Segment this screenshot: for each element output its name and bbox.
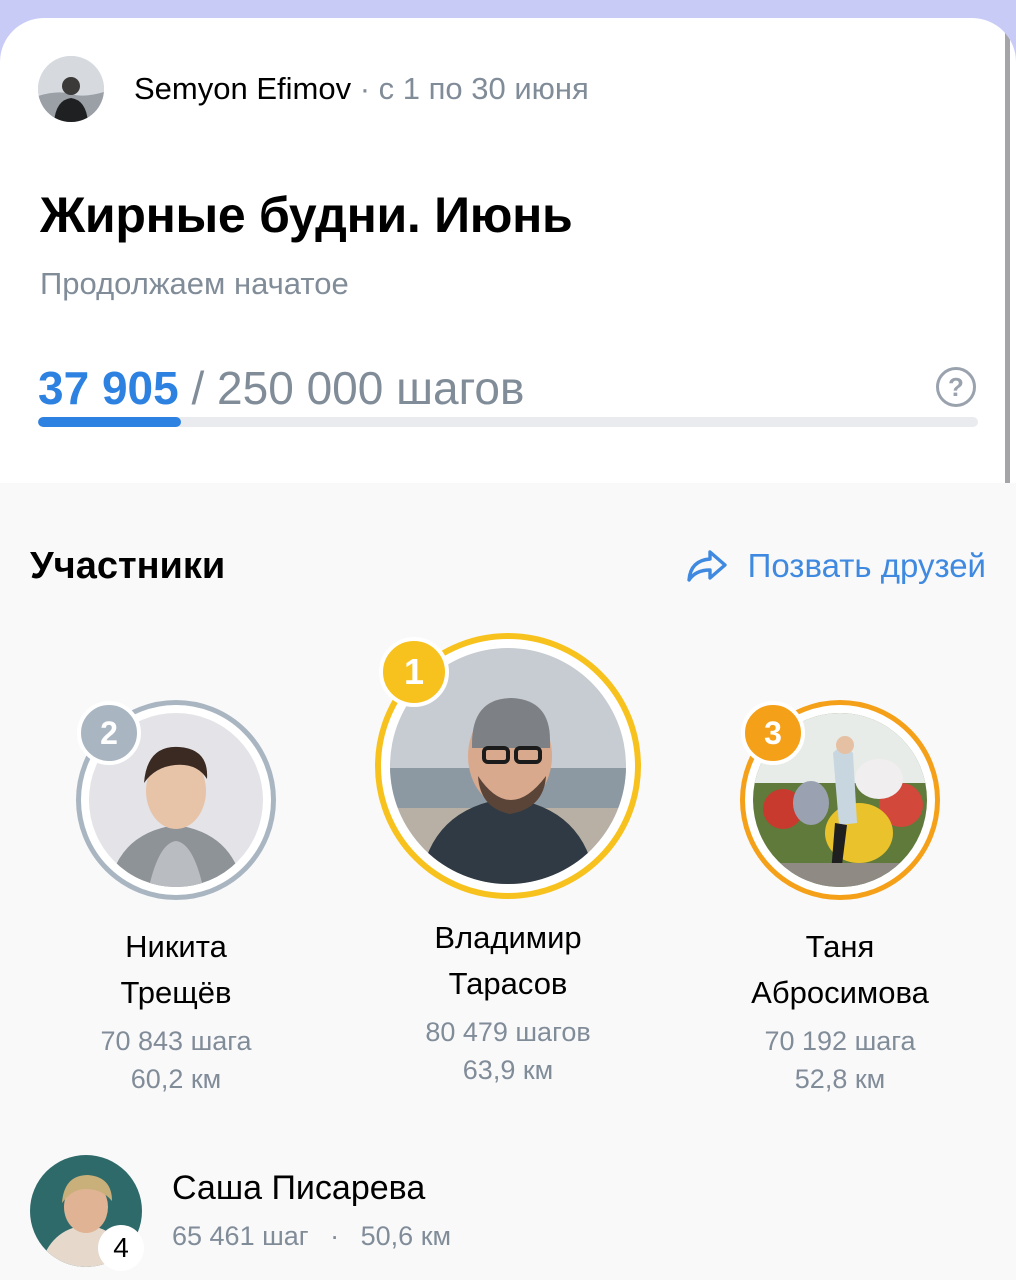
participant-name: Саша Писарева	[172, 1169, 426, 1207]
avatar-ring-bronze: 3	[740, 700, 940, 900]
participant-surname: Тарасов	[448, 966, 568, 1001]
podium-second[interactable]: 2 Никита Трещёв 70 843 шага 60,2 км	[26, 690, 326, 1098]
participants-section: Участники Позвать друзей 2 Никита Трещёв…	[0, 483, 1016, 1280]
author-avatar[interactable]	[38, 56, 104, 122]
help-icon[interactable]: ?	[936, 367, 976, 407]
progress-fill	[38, 417, 181, 427]
challenge-dates: с 1 по 30 июня	[378, 71, 589, 106]
participant-stats: 65 461 шаг · 50,6 км	[172, 1221, 451, 1252]
invite-friends-button[interactable]: Позвать друзей	[686, 547, 986, 585]
avatar-ring-gold: 1	[375, 633, 641, 899]
participant-distance: 60,2 км	[130, 1064, 222, 1094]
scrollbar[interactable]	[1005, 18, 1010, 563]
participant-surname: Трещёв	[120, 975, 232, 1010]
participant-distance: 63,9 км	[462, 1055, 554, 1085]
participant-distance: 52,8 км	[794, 1064, 886, 1094]
rank-badge: 3	[741, 701, 805, 765]
participant-steps: 80 479 шагов	[425, 1017, 591, 1047]
goal-steps: 250 000 шагов	[217, 362, 525, 414]
author-row[interactable]: Semyon Efimov · с 1 по 30 июня	[38, 56, 589, 122]
list-item[interactable]: 4 Саша Писарева 65 461 шаг · 50,6 км	[30, 1155, 930, 1271]
participant-name: Таня	[805, 929, 875, 964]
challenge-title: Жирные будни. Июнь	[40, 187, 573, 243]
podium-third[interactable]: 3 Таня Абросимова 70 192 шага 52,8 км	[690, 690, 990, 1098]
rank-badge: 2	[77, 701, 141, 765]
rank-badge: 4	[98, 1225, 144, 1271]
stats-separator: ·	[330, 1221, 340, 1251]
progress-separator: /	[191, 362, 205, 414]
participant-distance: 50,6 км	[360, 1221, 452, 1251]
current-steps: 37 905	[38, 362, 179, 414]
participant-steps: 65 461 шаг	[172, 1221, 309, 1251]
challenge-subtitle: Продолжаем начатое	[40, 266, 349, 301]
separator-dot: ·	[359, 71, 371, 106]
participant-name: Владимир	[434, 920, 582, 955]
participant-name: Никита	[125, 929, 227, 964]
podium-first[interactable]: 1 Владимир Тарасов 80 479 шагов 63,9 км	[358, 633, 658, 1089]
author-line: Semyon Efimov · с 1 по 30 июня	[134, 71, 589, 107]
participant-surname: Абросимова	[751, 975, 929, 1010]
rank-badge: 1	[379, 637, 449, 707]
avatar-ring-silver: 2	[76, 700, 276, 900]
share-arrow-icon	[686, 550, 727, 582]
progress-summary: 37 905 / 250 000 шагов ?	[38, 358, 976, 418]
participants-heading: Участники	[30, 545, 226, 587]
progress-bar	[38, 417, 978, 427]
author-name[interactable]: Semyon Efimov	[134, 71, 351, 106]
author-photo	[38, 56, 104, 122]
participant-steps: 70 192 шага	[764, 1026, 916, 1056]
invite-friends-label: Позвать друзей	[747, 547, 986, 584]
participant-steps: 70 843 шага	[100, 1026, 252, 1056]
challenge-sheet: Semyon Efimov · с 1 по 30 июня Жирные бу…	[0, 18, 1016, 1280]
